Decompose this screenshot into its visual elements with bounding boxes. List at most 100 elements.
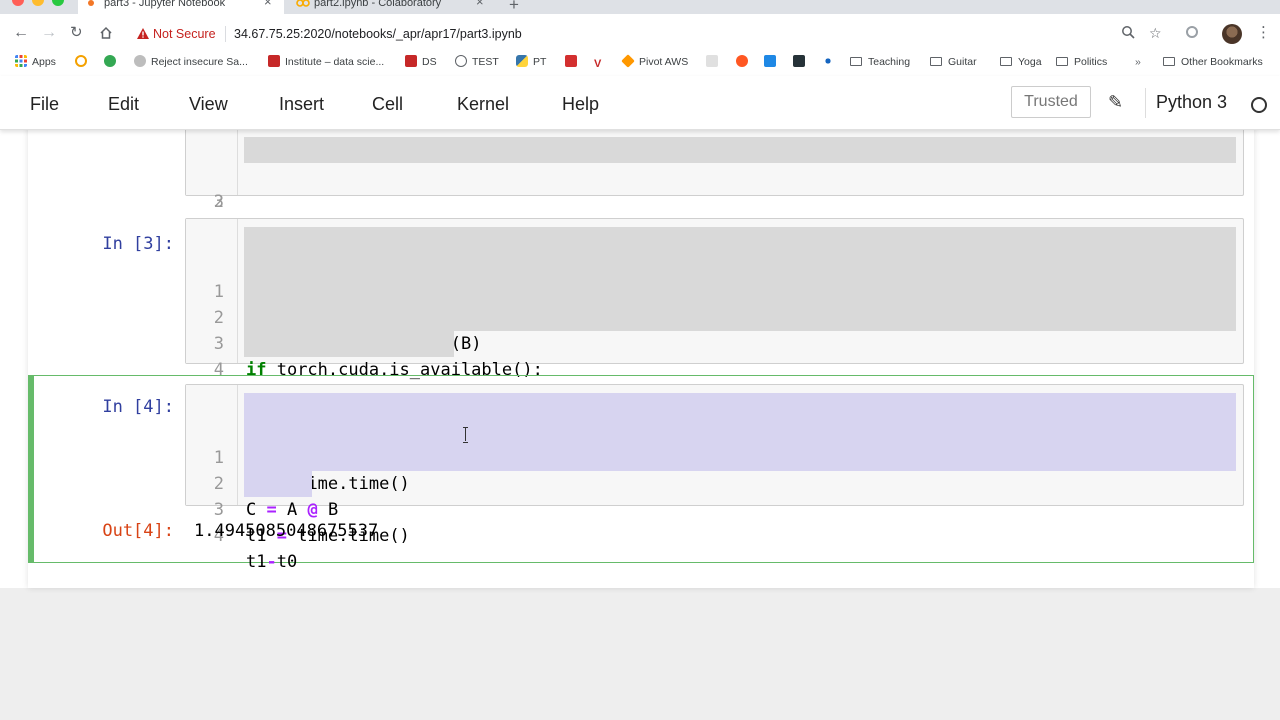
kernel-idle-indicator-icon: [1251, 97, 1267, 113]
bookmark-label: Other Bookmarks: [1181, 56, 1263, 68]
code-cell[interactable]: In [3]: 1 A = torch.from_numpy(A) 2 B = …: [28, 216, 1254, 432]
spinner-icon: [75, 55, 87, 67]
code-line[interactable]: 3 B = np.random.normal(size=(N, 4000)): [186, 163, 1241, 238]
python-icon: [516, 55, 528, 67]
profile-avatar[interactable]: [1222, 24, 1242, 44]
bookmark-label: Teaching: [868, 56, 911, 68]
window-minimize-icon[interactable]: [32, 0, 44, 6]
selection-highlight: [244, 331, 454, 357]
url-separator: [225, 26, 226, 42]
bookmark-loader[interactable]: [75, 54, 92, 70]
network-icon: [822, 55, 834, 67]
output-prompt: Out[4]:: [102, 521, 174, 541]
code-line[interactable]: 4 t1-t0: [186, 471, 1241, 572]
menu-help[interactable]: Help: [562, 94, 599, 114]
tab-title: part3 - Jupyter Notebook: [104, 0, 226, 9]
trusted-indicator[interactable]: Trusted: [1011, 86, 1091, 118]
menu-kernel[interactable]: Kernel: [457, 94, 509, 114]
bookmark-institute[interactable]: Institute – data scie...: [268, 54, 384, 70]
kernel-separator: [1145, 88, 1146, 118]
code-editor[interactable]: 1 t0 = time.time() 2 C = A @ B 3 t1 = ti…: [185, 384, 1244, 572]
bookmark-label: Guitar: [948, 56, 977, 68]
tab-jupyter[interactable]: part3 - Jupyter Notebook ×: [78, 0, 284, 14]
extension-icon[interactable]: [1185, 25, 1199, 39]
bookmark-test[interactable]: TEST: [455, 54, 499, 70]
menu-insert[interactable]: Insert: [279, 94, 324, 114]
bookmark-folder-guitar[interactable]: Guitar: [930, 54, 977, 70]
bookmark-pt[interactable]: PT: [516, 54, 546, 70]
window-close-icon[interactable]: [12, 0, 24, 6]
security-label: Not Secure: [153, 27, 216, 41]
notebook-background: [0, 588, 1280, 720]
bookmark-folder-other[interactable]: Other Bookmarks: [1163, 54, 1263, 70]
bookmark-star-icon[interactable]: ☆: [1149, 25, 1162, 41]
tab-colab[interactable]: part2.ipynb - Colaboratory ×: [288, 0, 500, 14]
code-line[interactable]: 3 if torch.cuda.is_available():: [186, 279, 1241, 380]
browser-menu-icon[interactable]: ⋮: [1256, 25, 1271, 41]
bookmark-apps[interactable]: Apps: [15, 54, 56, 70]
code-cell-selected[interactable]: In [4]: 1 t0 = time.time() 2 C = A @ B 3…: [28, 375, 1254, 572]
tab-close-icon[interactable]: ×: [264, 0, 272, 8]
bookmark-folder-teaching[interactable]: Teaching: [850, 54, 910, 70]
bookmark-pivot-aws[interactable]: Pivot AWS: [621, 54, 688, 70]
input-prompt: In [4]:: [102, 397, 174, 417]
bookmark-dots[interactable]: [706, 54, 723, 70]
code-line[interactable]: 1 t0 = time.time(): [186, 393, 1241, 494]
tab-close-icon[interactable]: ×: [476, 0, 484, 8]
selection-highlight: [244, 419, 1236, 445]
code-line[interactable]: 2 B = torch.from_numpy(B): [186, 253, 1241, 354]
bookmark-label: Politics: [1074, 56, 1108, 68]
bookmark-reject-insecure[interactable]: Reject insecure Sa...: [134, 54, 248, 70]
line-number: 3: [213, 192, 224, 212]
menu-file[interactable]: File: [30, 94, 59, 114]
zoom-icon[interactable]: [1121, 25, 1135, 39]
forward-arrow-icon[interactable]: →: [41, 23, 57, 43]
tab-title: part2.ipynb - Colaboratory: [314, 0, 442, 9]
code-line[interactable]: 2 A = np.random.normal(size=(3000, N)): [186, 137, 1241, 238]
bookmark-orange[interactable]: [736, 54, 753, 70]
wiki-w-icon: [405, 55, 417, 67]
code-editor[interactable]: 1 A = torch.from_numpy(A) 2 B = torch.fr…: [185, 218, 1244, 432]
security-indicator[interactable]: Not Secure: [137, 26, 216, 42]
selection-highlight: [244, 279, 1236, 305]
code-line[interactable]: 2 C = A @ B: [186, 419, 1241, 520]
selection-highlight: [244, 137, 1236, 163]
menu-view[interactable]: View: [189, 94, 228, 114]
back-arrow-icon[interactable]: ←: [13, 23, 29, 43]
bookmark-red-2[interactable]: V: [594, 54, 611, 70]
jupyter-menubar: File Edit View Insert Cell Kernel Help T…: [0, 76, 1280, 130]
code-editor[interactable]: 2 A = np.random.normal(size=(3000, N)) 3…: [185, 130, 1244, 238]
bookmarks-overflow-icon[interactable]: »: [1135, 54, 1141, 70]
bookmark-dark[interactable]: [793, 54, 810, 70]
bookmark-label: DS: [422, 56, 437, 68]
notebook-container[interactable]: 2 A = np.random.normal(size=(3000, N)) 3…: [0, 130, 1280, 720]
window-zoom-icon[interactable]: [52, 0, 64, 6]
input-prompt: In [3]:: [102, 234, 174, 254]
new-tab-icon[interactable]: +: [509, 0, 519, 15]
bookmark-globe[interactable]: [104, 54, 121, 70]
folder-icon: [1056, 57, 1068, 66]
bookmark-folder-yoga[interactable]: Yoga: [1000, 54, 1042, 70]
code-line[interactable]: 3 t1 = time.time(): [186, 445, 1241, 546]
menu-cell[interactable]: Cell: [372, 94, 403, 114]
code-line[interactable]: 5 B = B.to("cuda"): [186, 331, 1241, 432]
reload-icon[interactable]: ↻: [70, 23, 83, 43]
bookmark-folder-politics[interactable]: Politics: [1056, 54, 1107, 70]
code-cell[interactable]: 2 A = np.random.normal(size=(3000, N)) 3…: [28, 130, 1254, 238]
globe-icon: [455, 55, 467, 67]
menu-edit[interactable]: Edit: [108, 94, 139, 114]
address-bar[interactable]: 34.67.75.25:2020/notebooks/_apr/apr17/pa…: [234, 26, 522, 42]
bookmark-ds[interactable]: DS: [405, 54, 437, 70]
globe-icon: [104, 55, 116, 67]
wiki-w-icon: [268, 55, 280, 67]
folder-icon: [1000, 57, 1012, 66]
code-line[interactable]: 1 A = torch.from_numpy(A): [186, 227, 1241, 328]
selection-highlight: [244, 305, 1236, 331]
bookmark-blue-square[interactable]: [764, 54, 781, 70]
code-line[interactable]: 4 A = A.to("cuda"): [186, 305, 1241, 406]
kernel-name[interactable]: Python 3: [1156, 92, 1227, 112]
bookmark-red-1[interactable]: [565, 54, 582, 70]
home-icon[interactable]: [99, 26, 113, 40]
bookmark-cross[interactable]: [822, 54, 839, 70]
bookmark-label: PT: [533, 56, 547, 68]
